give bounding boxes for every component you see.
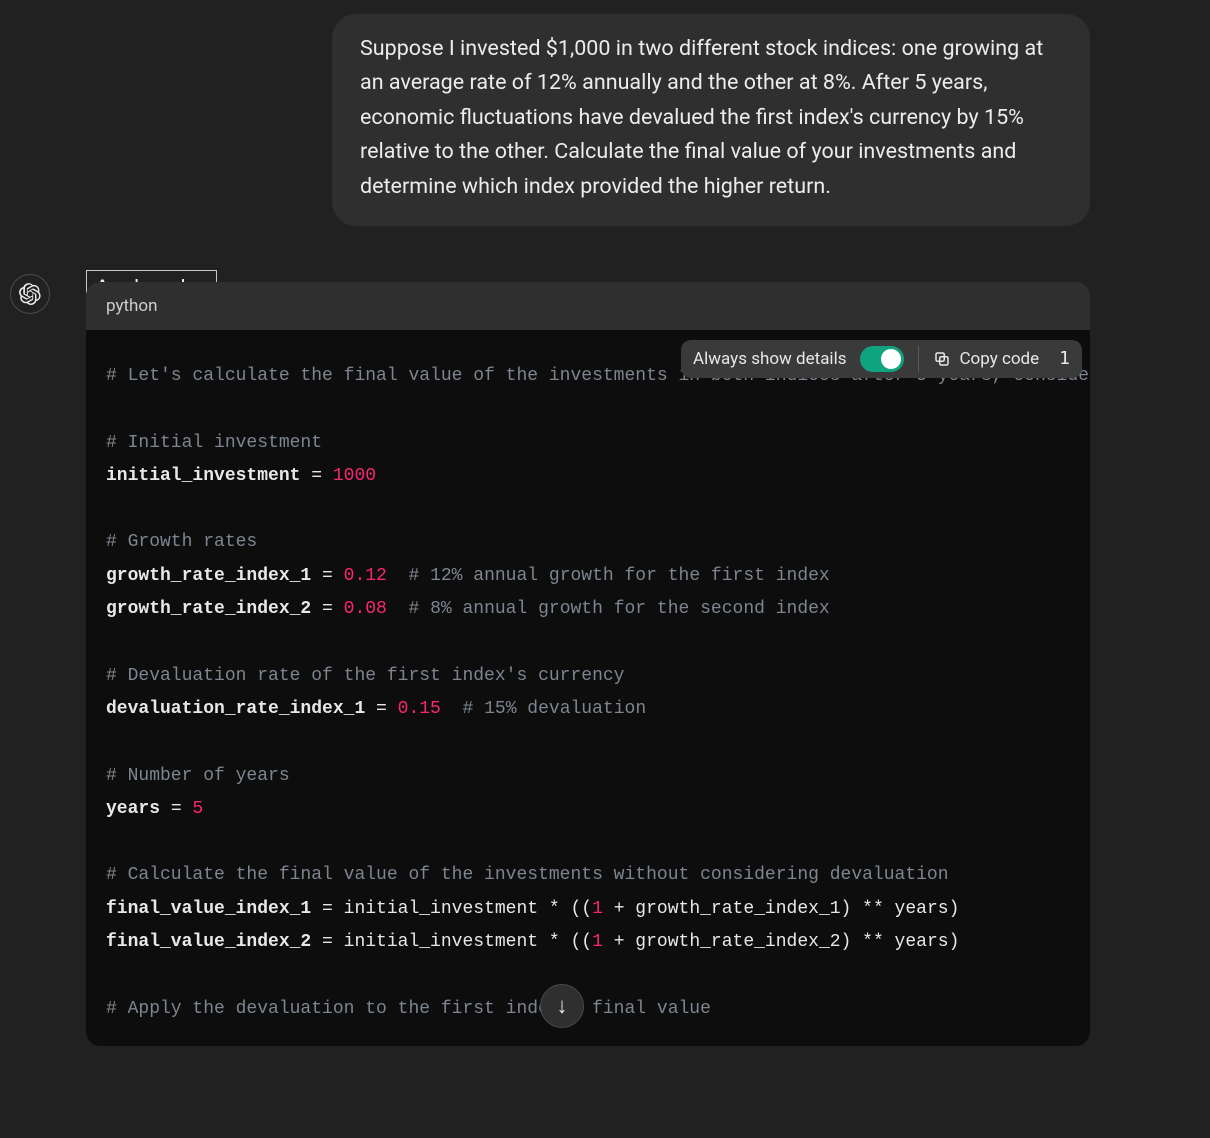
assistant-avatar: [10, 274, 50, 314]
copy-icon: [933, 350, 951, 368]
user-message: Suppose I invested $1,000 in two differe…: [332, 14, 1090, 226]
always-show-details-label: Always show details: [693, 349, 846, 369]
copy-code-button[interactable]: Copy code: [933, 349, 1039, 369]
code-language-label: python: [86, 282, 1090, 330]
scroll-to-bottom-button[interactable]: ↓: [540, 984, 584, 1028]
code-toolbar: Always show details Copy code 1: [681, 340, 1082, 378]
code-body[interactable]: # Let's calculate the final value of the…: [86, 330, 1090, 1046]
code-trailing-token: 1: [1053, 348, 1070, 369]
code-panel: python Always show details Copy code 1 #…: [86, 282, 1090, 1046]
openai-logo-icon: [19, 283, 41, 305]
arrow-down-icon: ↓: [557, 993, 568, 1019]
toggle-knob: [881, 349, 901, 369]
toolbar-divider: [918, 346, 919, 372]
copy-code-label: Copy code: [959, 349, 1039, 369]
always-show-details-toggle[interactable]: [860, 346, 904, 372]
